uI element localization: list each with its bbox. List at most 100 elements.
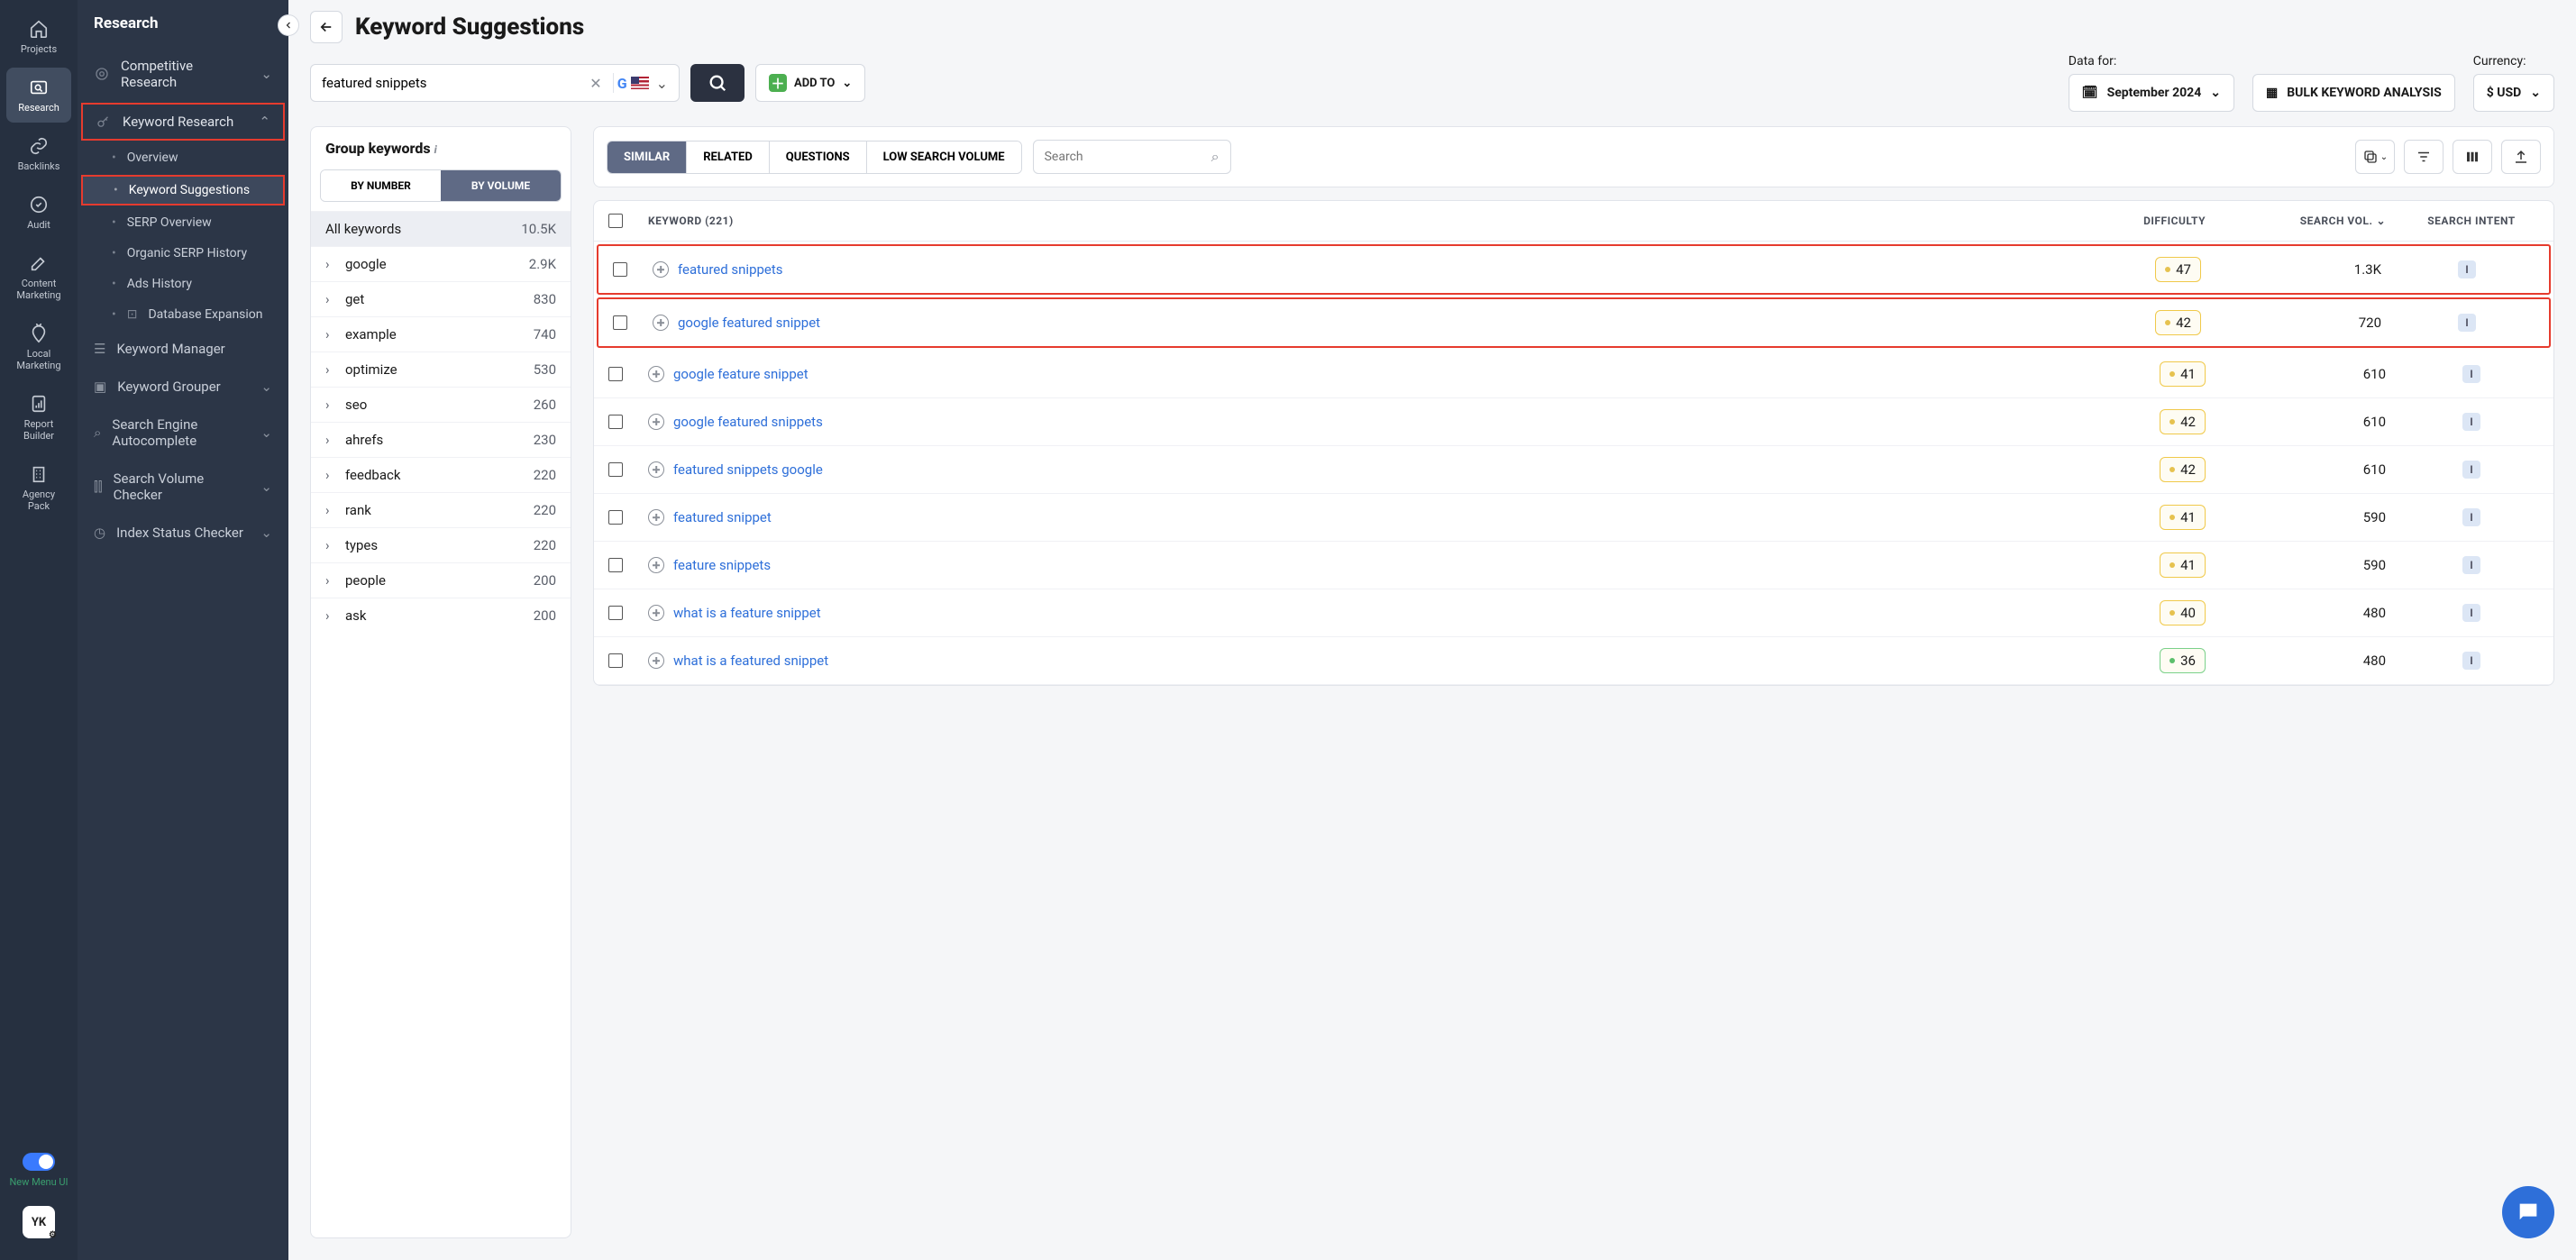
group-all-keywords[interactable]: All keywords 10.5K — [311, 211, 571, 246]
sort-down-icon: ⌄ — [2376, 215, 2386, 227]
menu-sv-checker[interactable]: ⫿⫿ Search Volume Checker ⌄ — [78, 460, 288, 514]
filter-button[interactable] — [2404, 140, 2444, 174]
keyword-link[interactable]: what is a featured snippet — [673, 653, 828, 669]
menu-se-autocomplete[interactable]: ⌕ Search Engine Autocomplete ⌄ — [78, 406, 288, 460]
submenu-database-expansion[interactable]: ⊡Database Expansion — [78, 299, 288, 330]
columns-button[interactable] — [2453, 140, 2492, 174]
select-all-checkbox[interactable] — [608, 214, 623, 228]
tab-questions[interactable]: QUESTIONS — [770, 142, 867, 173]
submenu-serp-overview[interactable]: SERP Overview — [78, 207, 288, 238]
col-intent[interactable]: SEARCH INTENT — [2404, 215, 2539, 227]
chevron-down-icon: ⌄ — [260, 379, 272, 395]
add-to-button[interactable]: ＋ ADD TO ⌄ — [755, 64, 865, 102]
group-row[interactable]: ›seo260 — [311, 387, 571, 422]
nav-local-marketing[interactable]: Local Marketing — [6, 314, 71, 380]
add-keyword-button[interactable] — [648, 461, 664, 478]
nav-content-marketing[interactable]: Content Marketing — [6, 243, 71, 310]
col-volume[interactable]: SEARCH VOL.⌄ — [2224, 215, 2404, 227]
table-search-input[interactable] — [1045, 150, 1211, 164]
group-row[interactable]: ›get830 — [311, 281, 571, 316]
row-checkbox[interactable] — [613, 262, 627, 277]
row-checkbox[interactable] — [608, 415, 623, 429]
tab-low-search-volume[interactable]: LOW SEARCH VOLUME — [867, 142, 1021, 173]
row-checkbox[interactable] — [608, 606, 623, 620]
group-sort-toggle: BY NUMBER BY VOLUME — [320, 169, 562, 202]
submenu-overview[interactable]: Overview — [78, 142, 288, 173]
tab-related[interactable]: RELATED — [687, 142, 770, 173]
keyword-link[interactable]: featured snippets — [678, 261, 783, 278]
menu-index-checker[interactable]: ◷ Index Status Checker ⌄ — [78, 514, 288, 552]
group-row[interactable]: ›rank220 — [311, 492, 571, 527]
keyword-link[interactable]: feature snippets — [673, 557, 771, 573]
keyword-link[interactable]: google feature snippet — [673, 366, 808, 382]
collapse-sidebar-button[interactable] — [278, 14, 299, 36]
menu-competitive-research[interactable]: Competitive Research ⌄ — [78, 47, 288, 101]
nav-research[interactable]: Research — [6, 68, 71, 123]
nav-report-builder[interactable]: Report Builder — [6, 384, 71, 451]
google-icon[interactable]: G — [617, 75, 627, 92]
nav-backlinks[interactable]: Backlinks — [6, 126, 71, 181]
add-keyword-button[interactable] — [648, 653, 664, 669]
row-checkbox[interactable] — [608, 367, 623, 381]
group-row[interactable]: ›feedback220 — [311, 457, 571, 492]
group-row[interactable]: ›ask200 — [311, 598, 571, 633]
row-checkbox[interactable] — [608, 653, 623, 668]
row-checkbox[interactable] — [608, 510, 623, 525]
keyword-link[interactable]: featured snippets google — [673, 461, 823, 478]
nav-agency-pack[interactable]: Agency Pack — [6, 454, 71, 521]
row-checkbox[interactable] — [613, 315, 627, 330]
avatar[interactable]: YK — [23, 1206, 55, 1238]
menu-keyword-research[interactable]: Keyword Research ⌃ — [81, 103, 285, 141]
clear-icon[interactable]: ✕ — [582, 75, 608, 92]
info-icon[interactable]: i — [434, 143, 437, 156]
group-row[interactable]: ›ahrefs230 — [311, 422, 571, 457]
tab-similar[interactable]: SIMILAR — [607, 142, 687, 173]
difficulty-badge: 42 — [2155, 310, 2201, 335]
menu-keyword-manager[interactable]: ☰ Keyword Manager — [78, 330, 288, 368]
search-button[interactable] — [690, 64, 744, 102]
chat-fab[interactable] — [2502, 1186, 2554, 1238]
bulk-analysis-button[interactable]: ▦ BULK KEYWORD ANALYSIS — [2252, 74, 2455, 112]
group-row[interactable]: ›types220 — [311, 527, 571, 562]
submenu-keyword-suggestions[interactable]: Keyword Suggestions — [81, 175, 285, 205]
add-keyword-button[interactable] — [653, 261, 669, 278]
currency-selector[interactable]: $ USD ⌄ — [2473, 74, 2554, 112]
export-button[interactable] — [2501, 140, 2541, 174]
date-selector[interactable]: 🗓 September 2024 ⌄ — [2069, 74, 2234, 112]
keyword-link[interactable]: featured snippet — [673, 509, 772, 525]
group-row[interactable]: ›example740 — [311, 316, 571, 352]
keyword-link[interactable]: what is a feature snippet — [673, 605, 821, 621]
keyword-link[interactable]: google featured snippet — [678, 315, 820, 331]
col-keyword[interactable]: KEYWORD (221) — [648, 215, 2079, 227]
group-row[interactable]: ›people200 — [311, 562, 571, 598]
col-difficulty[interactable]: DIFFICULTY — [2079, 215, 2224, 227]
by-volume-button[interactable]: BY VOLUME — [441, 170, 561, 201]
keyword-tabs: SIMILAR RELATED QUESTIONS LOW SEARCH VOL… — [607, 141, 1022, 174]
copy-button[interactable]: ⌄ — [2355, 140, 2395, 174]
menu-keyword-grouper[interactable]: ▣ Keyword Grouper ⌄ — [78, 368, 288, 406]
chevron-right-icon: › — [325, 502, 338, 518]
flag-us-icon[interactable] — [631, 77, 649, 89]
add-keyword-button[interactable] — [648, 366, 664, 382]
volume-cell: 720 — [2219, 315, 2399, 331]
add-keyword-button[interactable] — [648, 557, 664, 573]
group-row[interactable]: ›google2.9K — [311, 246, 571, 281]
add-keyword-button[interactable] — [648, 414, 664, 430]
add-keyword-button[interactable] — [653, 315, 669, 331]
keyword-link[interactable]: google featured snippets — [673, 414, 823, 430]
chevron-down-icon[interactable]: ⌄ — [656, 75, 668, 92]
add-keyword-button[interactable] — [648, 509, 664, 525]
nav-projects[interactable]: Projects — [6, 9, 71, 64]
add-keyword-button[interactable] — [648, 605, 664, 621]
menu-toggle[interactable] — [23, 1153, 55, 1171]
keyword-input[interactable] — [322, 75, 582, 91]
back-button[interactable] — [310, 11, 343, 43]
group-row[interactable]: ›optimize530 — [311, 352, 571, 387]
row-checkbox[interactable] — [608, 462, 623, 477]
submenu-organic-serp-history[interactable]: Organic SERP History — [78, 238, 288, 269]
by-number-button[interactable]: BY NUMBER — [321, 170, 441, 201]
intent-badge: I — [2462, 556, 2480, 574]
nav-audit[interactable]: Audit — [6, 185, 71, 240]
row-checkbox[interactable] — [608, 558, 623, 572]
submenu-ads-history[interactable]: Ads History — [78, 269, 288, 299]
